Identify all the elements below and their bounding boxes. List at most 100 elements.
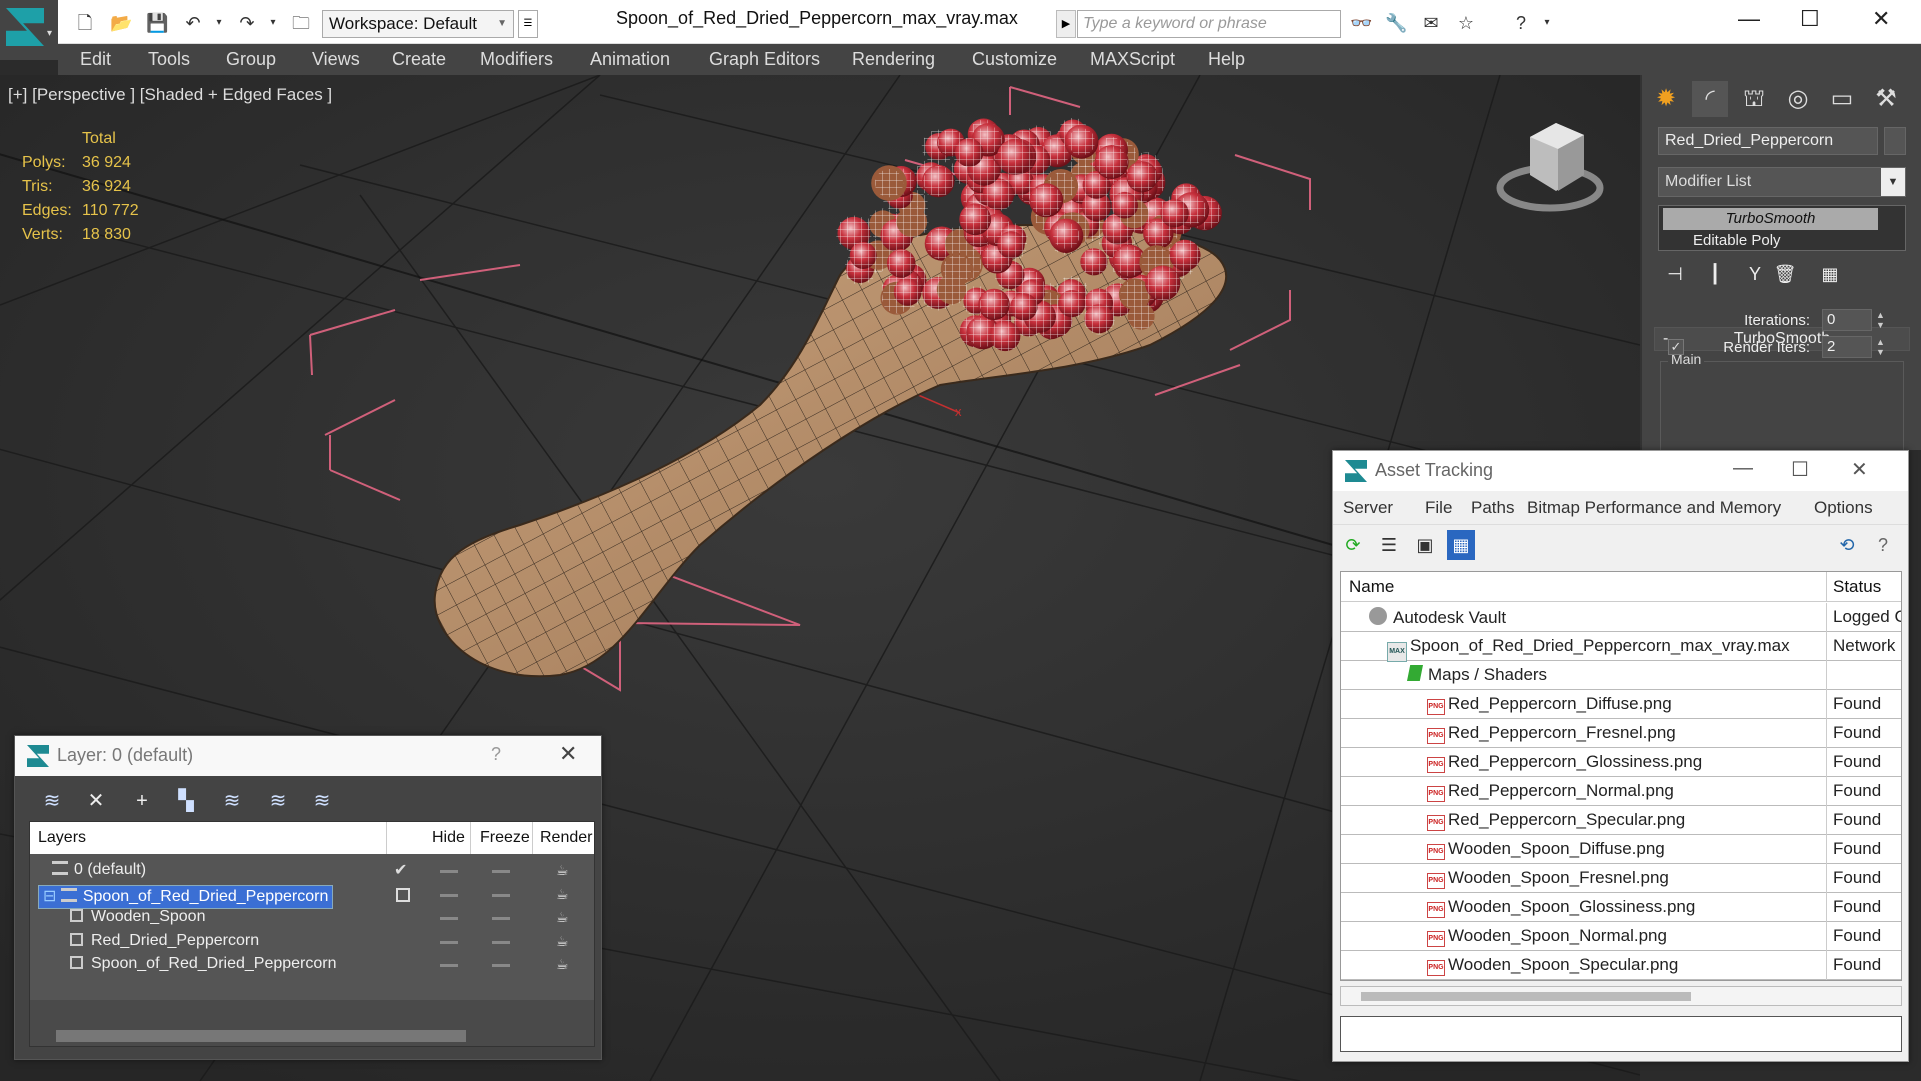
help-icon[interactable]: ? — [1510, 12, 1532, 34]
modify-tab-icon[interactable]: ◜ — [1692, 81, 1728, 117]
freeze-toggle-icon[interactable] — [492, 870, 510, 873]
asset-row[interactable]: PNG Wooden_Spoon_Normal.png Found — [1341, 922, 1901, 951]
motion-tab-icon[interactable]: ◎ — [1780, 81, 1816, 117]
object-name-field[interactable]: Red_Dried_Peppercorn — [1658, 127, 1878, 155]
help-icon[interactable]: ? — [1869, 530, 1897, 560]
close-icon[interactable]: ✕ — [559, 741, 577, 767]
scrollbar-thumb[interactable] — [56, 1030, 466, 1042]
redo-icon[interactable]: ↷ — [236, 12, 258, 34]
thumbnail-view-icon[interactable]: ▣ — [1411, 530, 1439, 560]
save-icon[interactable]: 💾 — [146, 12, 168, 34]
workspace-dropdown[interactable]: Workspace: Default ▼ — [322, 10, 514, 38]
current-layer-check-icon[interactable]: ✔ — [394, 860, 407, 880]
menu-bitmap-performance[interactable]: Bitmap Performance and Memory — [1527, 498, 1781, 518]
help-icon[interactable]: ? — [491, 744, 501, 765]
project-folder-icon[interactable]: 🗀 — [290, 12, 312, 34]
table-view-icon[interactable]: ▦ — [1447, 530, 1475, 560]
display-tab-icon[interactable]: ▭ — [1824, 81, 1860, 117]
menu-paths[interactable]: Paths — [1471, 498, 1514, 518]
hide-toggle-icon[interactable] — [440, 870, 458, 873]
menu-animation[interactable]: Animation — [590, 49, 670, 70]
stack-item-editable-poly[interactable]: Editable Poly — [1663, 230, 1878, 250]
stack-item-turbosmooth[interactable]: TurboSmooth — [1663, 208, 1878, 230]
pin-stack-icon[interactable]: ⊣ — [1662, 261, 1688, 287]
close-icon[interactable]: ✕ — [1872, 6, 1890, 32]
menu-maxscript[interactable]: MAXScript — [1090, 49, 1175, 70]
help-dropdown-icon[interactable]: ▾ — [1536, 12, 1558, 34]
menu-modifiers[interactable]: Modifiers — [480, 49, 553, 70]
asset-path-field[interactable] — [1340, 1016, 1902, 1052]
hide-toggle-icon[interactable] — [440, 940, 458, 944]
render-teapot-icon[interactable]: ☕ — [556, 886, 569, 903]
menu-graph-editors[interactable]: Graph Editors — [709, 49, 820, 70]
open-file-icon[interactable]: 📂 — [110, 12, 132, 34]
scrollbar-thumb[interactable] — [1361, 992, 1691, 1001]
asset-row[interactable]: PNG Wooden_Spoon_Fresnel.png Found — [1341, 864, 1901, 893]
menu-edit[interactable]: Edit — [80, 49, 111, 70]
column-divider[interactable] — [1826, 572, 1827, 602]
render-iters-input[interactable]: 2 — [1822, 336, 1872, 358]
asset-row[interactable]: PNG Red_Peppercorn_Normal.png Found — [1341, 777, 1901, 806]
menu-file[interactable]: File — [1425, 498, 1452, 518]
set-current-layer-icon[interactable] — [396, 887, 410, 902]
hide-toggle-icon[interactable] — [440, 964, 458, 967]
undo-dropdown-icon[interactable]: ▾ — [208, 12, 230, 34]
hide-all-layers-icon[interactable]: ≋ — [263, 786, 293, 816]
column-divider[interactable] — [386, 822, 387, 854]
search-input[interactable]: Type a keyword or phrase — [1077, 10, 1341, 38]
column-hide-header[interactable]: Hide — [432, 829, 465, 847]
render-teapot-icon[interactable]: ☕ — [556, 862, 569, 879]
freeze-all-layers-icon[interactable]: ≋ — [307, 786, 337, 816]
hide-toggle-icon[interactable] — [440, 893, 458, 897]
asset-row[interactable]: MAX Spoon_of_Red_Dried_Peppercorn_max_vra… — [1341, 632, 1901, 662]
list-view-icon[interactable]: ☰ — [1375, 530, 1403, 560]
asset-row[interactable]: Autodesk Vault Logged C — [1341, 603, 1901, 632]
freeze-toggle-icon[interactable] — [492, 893, 510, 897]
refresh-icon[interactable]: ⟳ — [1339, 530, 1367, 560]
spinner-arrows-icon[interactable]: ▲ ▼ — [1876, 337, 1885, 357]
render-teapot-icon[interactable]: ☕ — [556, 909, 569, 926]
modifier-list-dropdown[interactable]: Modifier List ▼ — [1658, 167, 1906, 197]
communication-icon[interactable]: ✉ — [1420, 12, 1442, 34]
configure-modifier-sets-icon[interactable]: ▦ — [1817, 261, 1843, 287]
column-divider[interactable] — [470, 822, 471, 854]
maximize-icon[interactable]: ☐ — [1791, 457, 1809, 482]
remove-modifier-icon[interactable]: 🗑 — [1772, 261, 1798, 287]
column-status-header[interactable]: Status — [1833, 577, 1881, 597]
create-layer-icon[interactable]: ≋ — [37, 786, 67, 816]
freeze-toggle-icon[interactable] — [492, 964, 510, 967]
asset-horizontal-scrollbar[interactable] — [1340, 986, 1902, 1006]
make-unique-icon[interactable]: Y — [1742, 261, 1768, 287]
favorites-star-icon[interactable]: ☆ — [1455, 12, 1477, 34]
menu-customize[interactable]: Customize — [972, 49, 1057, 70]
asset-row[interactable]: PNG Red_Peppercorn_Fresnel.png Found — [1341, 719, 1901, 748]
create-tab-icon[interactable]: ✹ — [1648, 81, 1684, 117]
object-color-swatch[interactable] — [1884, 127, 1906, 155]
menu-help[interactable]: Help — [1208, 49, 1245, 70]
column-freeze-header[interactable]: Freeze — [480, 829, 530, 847]
layer-row[interactable]: Spoon_of_Red_Dried_Peppercorn ☕ — [30, 951, 594, 979]
highlight-selected-icon[interactable]: ≋ — [217, 786, 247, 816]
render-teapot-icon[interactable]: ☕ — [556, 933, 569, 950]
close-icon[interactable]: ✕ — [1851, 457, 1868, 482]
spinner-arrows-icon[interactable]: ▲ ▼ — [1876, 310, 1885, 330]
asset-row[interactable]: PNG Wooden_Spoon_Diffuse.png Found — [1341, 835, 1901, 864]
workspace-menu-button[interactable]: ☰ — [518, 10, 538, 38]
asset-row[interactable]: PNG Red_Peppercorn_Diffuse.png Found — [1341, 690, 1901, 719]
freeze-toggle-icon[interactable] — [492, 917, 510, 920]
maximize-icon[interactable]: ☐ — [1800, 6, 1820, 32]
show-end-result-icon[interactable]: ┃ — [1702, 261, 1728, 287]
menu-tools[interactable]: Tools — [148, 49, 190, 70]
select-objects-in-layer-icon[interactable]: ▚ — [171, 786, 201, 816]
menu-rendering[interactable]: Rendering — [852, 49, 935, 70]
minimize-icon[interactable]: — — [1733, 457, 1753, 480]
minimize-icon[interactable]: — — [1738, 6, 1760, 32]
utilities-tab-icon[interactable]: ⚒ — [1868, 81, 1904, 117]
viewport-label[interactable]: [+] [Perspective ] [Shaded + Edged Faces… — [8, 85, 332, 105]
column-name-header[interactable]: Name — [1349, 577, 1394, 597]
vault-connect-icon[interactable]: ⟲ — [1833, 530, 1861, 560]
search-expand-button[interactable]: ▶ — [1056, 10, 1076, 38]
collapse-icon[interactable]: ⊟ — [43, 888, 61, 905]
redo-dropdown-icon[interactable]: ▾ — [262, 12, 284, 34]
hide-toggle-icon[interactable] — [440, 917, 458, 920]
